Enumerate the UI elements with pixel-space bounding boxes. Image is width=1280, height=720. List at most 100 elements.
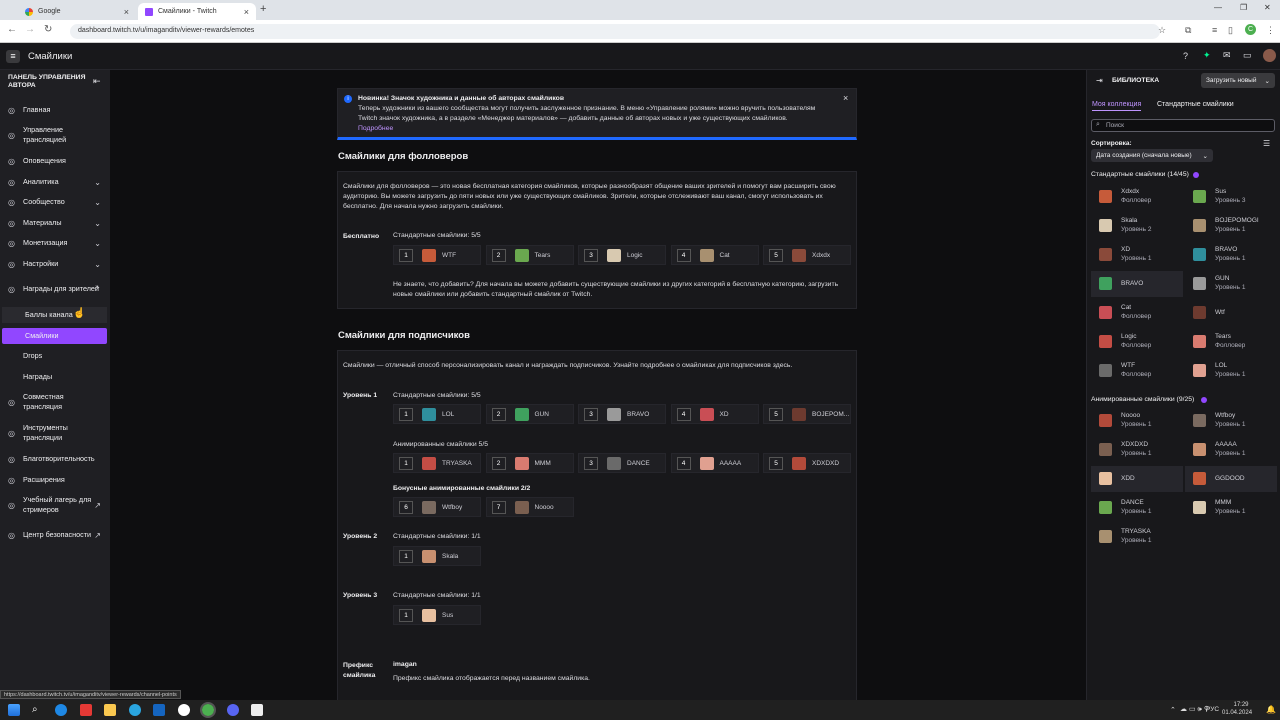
library-emote-item[interactable]: WTF Фолловер [1091, 358, 1183, 384]
library-emote-item[interactable]: GGDOOD [1185, 466, 1277, 492]
language-indicator[interactable]: РУС [1206, 706, 1219, 713]
extensions-icon[interactable]: ⧉ [1185, 25, 1191, 36]
emote-slot[interactable]: 3 DANCE [578, 453, 666, 473]
library-emote-item[interactable]: LOL Уровень 1 [1185, 358, 1277, 384]
emote-slot[interactable]: 4 Cat [670, 245, 759, 265]
emote-slot[interactable]: 1 TRYASKA [393, 453, 481, 473]
library-emote-item[interactable]: Tears Фолловер [1185, 329, 1277, 355]
edge-icon[interactable] [55, 704, 67, 716]
library-emote-item[interactable]: XDD [1091, 466, 1183, 492]
library-emote-item[interactable]: BRAVO [1091, 271, 1183, 297]
library-emote-item[interactable]: BOJEPOMOGI Уровень 1 [1185, 213, 1277, 239]
prefix-value[interactable]: imagan [393, 661, 417, 668]
chrome-icon[interactable] [200, 702, 216, 718]
library-emote-item[interactable]: DANCE Уровень 1 [1091, 495, 1183, 521]
restore-icon[interactable]: ❐ [1240, 3, 1247, 12]
sidepanel-icon[interactable]: ▯ [1228, 25, 1233, 36]
emote-slot[interactable]: 1 LOL [393, 404, 481, 424]
info-icon[interactable] [1193, 172, 1199, 178]
emote-slot[interactable]: 1 Sus [393, 605, 481, 625]
library-emote-item[interactable]: Wtfboy Уровень 1 [1185, 408, 1277, 434]
star-icon[interactable]: ☆ [1158, 25, 1166, 36]
browser-tab-twitch[interactable]: Смайлики - Twitch × [138, 3, 256, 20]
library-emote-item[interactable]: Cat Фолловер [1091, 300, 1183, 326]
emote-slot[interactable]: 2 GUN [485, 404, 574, 424]
whispers-icon[interactable]: ▭ [1243, 50, 1252, 61]
close-icon[interactable]: × [843, 93, 848, 103]
emote-slot[interactable]: 4 AAAAA [670, 453, 759, 473]
emote-slot[interactable]: 4 XD [670, 404, 759, 424]
sidebar-item-3[interactable]: ◎ Аналитика ⌄ [0, 174, 110, 190]
library-emote-item[interactable]: Logic Фолловер [1091, 329, 1183, 355]
library-emote-item[interactable]: Wtf [1185, 300, 1277, 326]
library-emote-item[interactable]: Sus Уровень 3 [1185, 184, 1277, 210]
expand-panel-icon[interactable]: ⇥ [1096, 76, 1103, 85]
upload-new-button[interactable]: Загрузить новый ⌄ [1201, 73, 1275, 88]
notifications-icon[interactable]: 🔔 [1266, 705, 1276, 714]
sidebar-item-9[interactable]: Баллы канала [2, 307, 107, 323]
library-emote-item[interactable]: MMM Уровень 1 [1185, 495, 1277, 521]
emote-slot[interactable]: 2 MMM [485, 453, 574, 473]
notepad-icon[interactable] [251, 704, 263, 716]
sort-select[interactable]: Дата создания (сначала новые) ⌄ [1091, 149, 1213, 162]
emote-slot[interactable]: 3 Logic [578, 245, 666, 265]
hamburger-icon[interactable]: ≡ [6, 50, 20, 63]
inbox-icon[interactable]: ✉ [1223, 50, 1231, 61]
library-emote-item[interactable]: Noooo Уровень 1 [1091, 408, 1183, 434]
tray-icons[interactable]: ☁ ▭ 🕪 ⚲ [1180, 705, 1209, 714]
tab-my-collection[interactable]: Моя коллекция [1092, 101, 1142, 111]
sidebar-item-10[interactable]: Смайлики [2, 328, 107, 344]
library-emote-item[interactable]: Skala Уровень 2 [1091, 213, 1183, 239]
help-icon[interactable]: ? [1183, 51, 1188, 61]
clock-date[interactable]: 01.04.2024 [1222, 710, 1252, 716]
sidebar-item-5[interactable]: ◎ Материалы ⌄ [0, 215, 110, 231]
yandex-browser-icon[interactable] [178, 704, 190, 716]
sidebar-item-14[interactable]: ◎ Инструменты трансляции [0, 420, 110, 446]
tab-standard-emotes[interactable]: Стандартные смайлики [1157, 101, 1234, 108]
media-icon[interactable]: ≡ [1212, 25, 1217, 35]
library-emote-item[interactable]: XD Уровень 1 [1091, 242, 1183, 268]
sidebar-item-8[interactable]: ◎ Награды для зрителей ⌃ [0, 276, 110, 302]
forward-icon[interactable]: → [25, 24, 35, 35]
tray-arrow-icon[interactable]: ⌃ [1170, 706, 1176, 714]
sidebar-item-18[interactable]: ◎ Центр безопасности ↗ [0, 522, 110, 548]
banner-more-link[interactable]: Подробнее [358, 124, 393, 134]
info-icon[interactable] [1201, 397, 1207, 403]
emote-slot[interactable]: 1 Skala [393, 546, 481, 566]
url-field[interactable]: dashboard.twitch.tv/u/imaganditv/viewer-… [70, 24, 1160, 39]
emote-slot[interactable]: 3 BRAVO [578, 404, 666, 424]
telegram-icon[interactable] [129, 704, 141, 716]
emote-slot[interactable]: 5 Xdxdx [763, 245, 851, 265]
profile-avatar[interactable]: C [1245, 24, 1256, 35]
back-icon[interactable]: ← [7, 24, 17, 35]
library-emote-item[interactable]: GUN Уровень 1 [1185, 271, 1277, 297]
close-tab-icon[interactable]: × [124, 7, 129, 17]
minimize-icon[interactable]: — [1214, 3, 1222, 12]
emote-slot[interactable]: 5 XDXDXD [763, 453, 851, 473]
sidebar-item-15[interactable]: ◎ Благотворительность [0, 451, 110, 467]
sidebar-item-12[interactable]: Награды [0, 369, 110, 385]
menu-icon[interactable]: ⋮ [1266, 25, 1275, 36]
filter-icon[interactable]: ☰ [1263, 139, 1270, 148]
store-icon[interactable] [153, 704, 165, 716]
search-icon[interactable]: ⌕ [32, 704, 44, 716]
folder-icon[interactable] [104, 704, 116, 716]
sidebar-item-1[interactable]: ◎ Управление трансляцией [0, 122, 110, 148]
sidebar-item-11[interactable]: Drops [0, 348, 110, 364]
sidebar-item-7[interactable]: ◎ Настройки ⌄ [0, 256, 110, 272]
emote-slot[interactable]: 1 WTF [393, 245, 481, 265]
library-emote-item[interactable]: AAAAA Уровень 1 [1185, 437, 1277, 463]
yandex-icon[interactable] [80, 704, 92, 716]
close-tab-icon[interactable]: × [244, 7, 249, 17]
sidebar-item-2[interactable]: ◎ Оповещения [0, 153, 110, 169]
sidebar-item-16[interactable]: ◎ Расширения [0, 472, 110, 488]
sidebar-item-0[interactable]: ◎ Главная [0, 102, 110, 118]
emote-slot[interactable]: 6 Wtfboy [393, 497, 481, 517]
collapse-sidebar-icon[interactable]: ⇤ [93, 76, 101, 87]
new-tab-icon[interactable]: + [260, 3, 266, 15]
clock-time[interactable]: 17:29 [1228, 702, 1254, 708]
library-search-input[interactable]: ⌕ Поиск [1091, 119, 1275, 132]
user-avatar[interactable] [1263, 49, 1276, 62]
emote-slot[interactable]: 2 Tears [485, 245, 574, 265]
close-window-icon[interactable]: ✕ [1264, 3, 1271, 12]
